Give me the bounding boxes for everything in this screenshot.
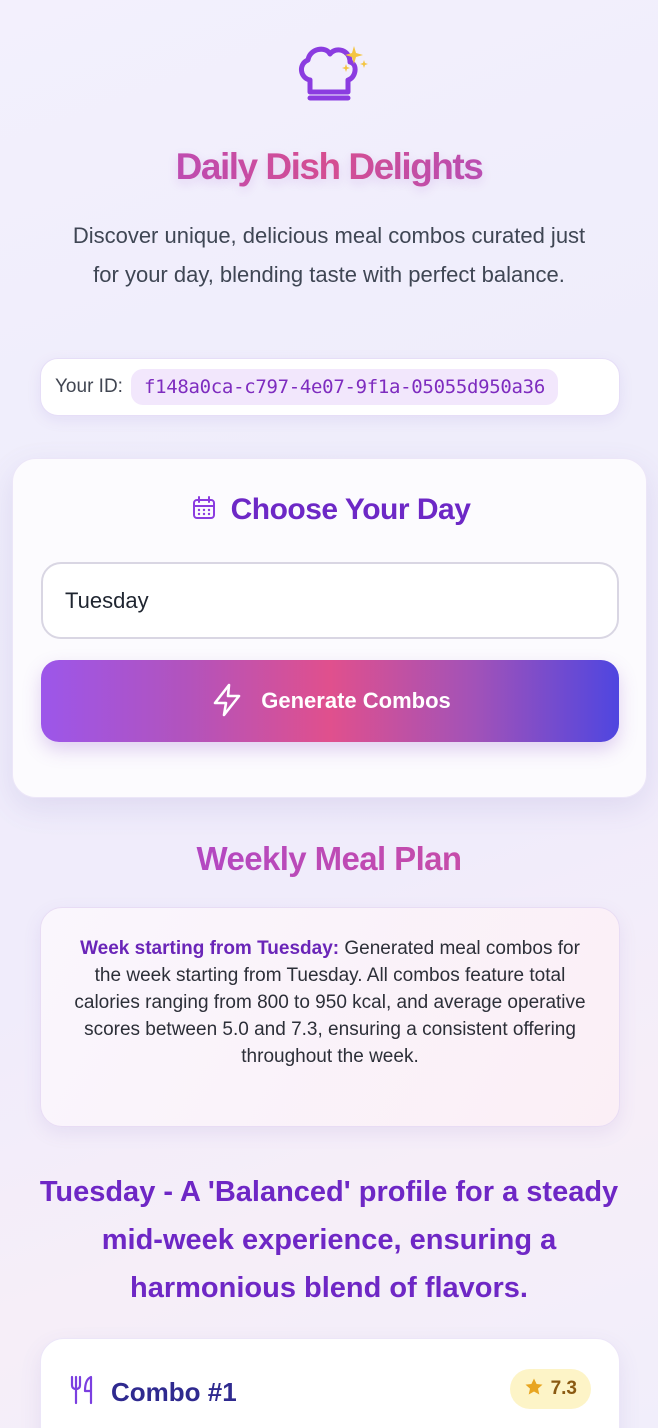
- combo-header: Combo #1: [69, 1375, 237, 1410]
- utensils-icon: [69, 1375, 97, 1410]
- day-input[interactable]: [41, 562, 619, 639]
- combo-card: Combo #1 7.3: [40, 1338, 620, 1428]
- weekly-plan-title: Weekly Meal Plan: [0, 840, 658, 878]
- star-icon: [524, 1377, 544, 1402]
- combo-title: Combo #1: [111, 1377, 237, 1407]
- week-summary: Week starting from Tuesday: Generated me…: [40, 907, 620, 1127]
- chef-hat-sparkle-icon: [296, 42, 372, 104]
- user-id-value[interactable]: f148a0ca-c797-4e07-9f1a-05055d950a36: [130, 369, 558, 405]
- day-selector-header: Choose Your Day: [13, 493, 648, 527]
- day-selector-card: Choose Your Day Generate Combos: [12, 458, 647, 798]
- score-badge: 7.3: [509, 1369, 591, 1409]
- calendar-icon: [191, 495, 217, 526]
- app-title: Daily Dish Delights: [0, 146, 658, 188]
- user-id-label: Your ID:: [55, 376, 123, 397]
- day-profile-heading: Tuesday - A 'Balanced' profile for a ste…: [39, 1176, 619, 1304]
- generate-combos-label: Generate Combos: [261, 688, 451, 713]
- day-selector-title: Choose Your Day: [230, 493, 471, 526]
- lightning-icon: [209, 682, 245, 721]
- week-summary-label: Week starting from Tuesday:: [80, 938, 340, 959]
- app-subtitle: Discover unique, delicious meal combos c…: [72, 223, 586, 287]
- user-id-box: Your ID: f148a0ca-c797-4e07-9f1a-05055d9…: [40, 358, 620, 416]
- generate-combos-button[interactable]: Generate Combos: [41, 660, 619, 742]
- score-value: 7.3: [550, 1378, 577, 1399]
